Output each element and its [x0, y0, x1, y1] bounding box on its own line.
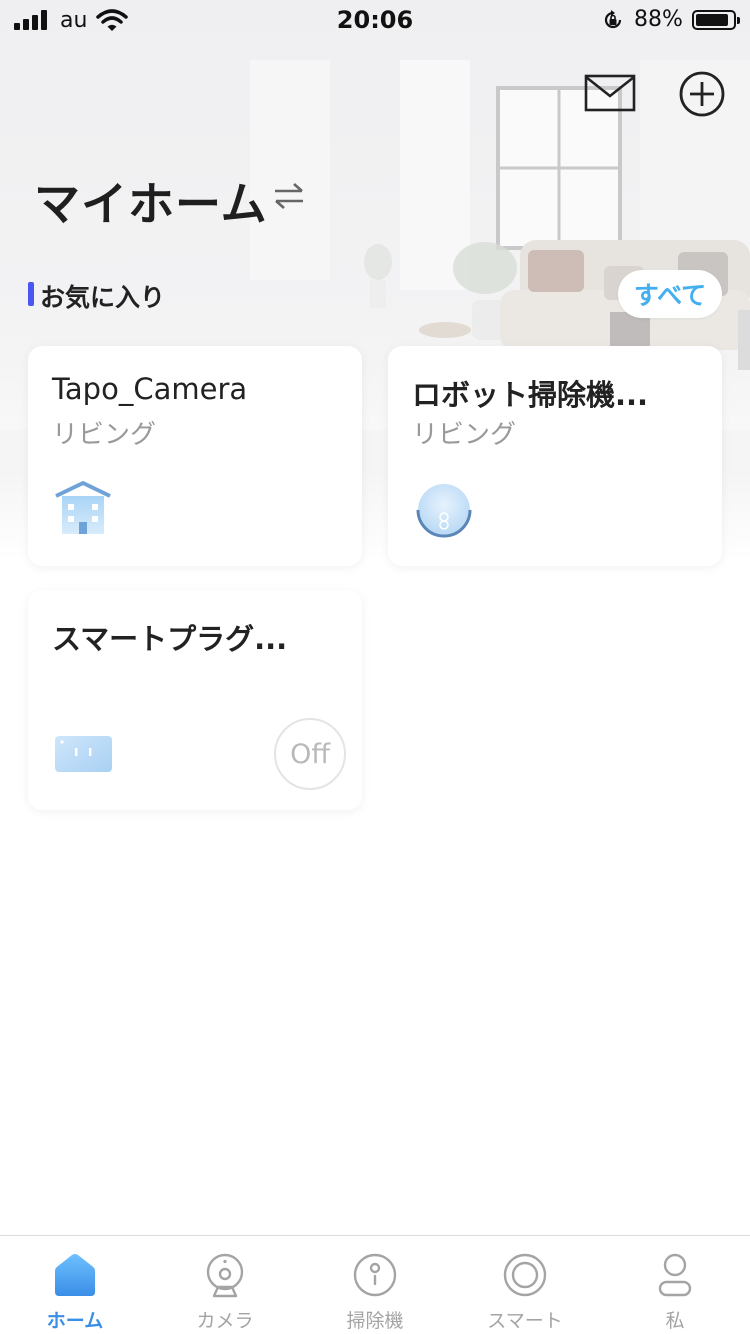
device-room: リビング	[412, 420, 517, 450]
smart-icon	[503, 1253, 547, 1297]
device-card-camera[interactable]: Tapo_Camera リビング	[28, 346, 362, 566]
device-name: スマートプラグ...	[52, 622, 288, 656]
swap-arrows-icon[interactable]	[272, 180, 306, 212]
house-icon	[55, 481, 111, 534]
see-all-button[interactable]: すべて	[618, 270, 722, 318]
device-card-smart-plug[interactable]: スマートプラグ... Off	[28, 590, 362, 810]
tab-label: カメラ	[196, 1310, 254, 1332]
bottom-tab-bar: ホーム カメラ 掃除機 スマート 私	[0, 1235, 750, 1334]
tab-label: 私	[665, 1310, 685, 1332]
favorites-accent-bar	[28, 282, 34, 306]
tab-me[interactable]: 私	[600, 1236, 750, 1334]
tab-label: 掃除機	[346, 1310, 404, 1332]
device-room: リビング	[52, 420, 157, 450]
smart-plug-icon	[55, 736, 112, 772]
battery-fill	[696, 14, 728, 26]
person-icon	[658, 1253, 692, 1297]
tab-camera[interactable]: カメラ	[150, 1236, 300, 1334]
battery-icon	[692, 10, 740, 30]
home-title[interactable]: マイホーム	[34, 168, 268, 234]
rotation-lock-icon	[604, 10, 622, 29]
favorites-heading: お気に入り	[40, 283, 166, 312]
camera-icon	[206, 1253, 244, 1298]
tab-label: ホーム	[46, 1310, 104, 1332]
vacuum-icon	[353, 1253, 397, 1297]
tab-home[interactable]: ホーム	[0, 1236, 150, 1334]
mail-icon[interactable]	[584, 74, 636, 112]
plus-circle-icon[interactable]	[678, 70, 726, 118]
power-toggle-button[interactable]: Off	[274, 718, 346, 790]
status-bar: au 20:06 88%	[0, 0, 750, 40]
tab-label: スマート	[487, 1310, 563, 1332]
tab-smart[interactable]: スマート	[450, 1236, 600, 1334]
device-name: ロボット掃除機...	[412, 378, 649, 412]
device-card-robot-vacuum[interactable]: ロボット掃除機... リビング	[388, 346, 722, 566]
battery-percent: 88%	[634, 7, 683, 32]
home-icon	[55, 1254, 95, 1296]
robot-vacuum-icon	[416, 484, 472, 538]
device-name: Tapo_Camera	[52, 372, 248, 406]
tab-vacuum[interactable]: 掃除機	[300, 1236, 450, 1334]
